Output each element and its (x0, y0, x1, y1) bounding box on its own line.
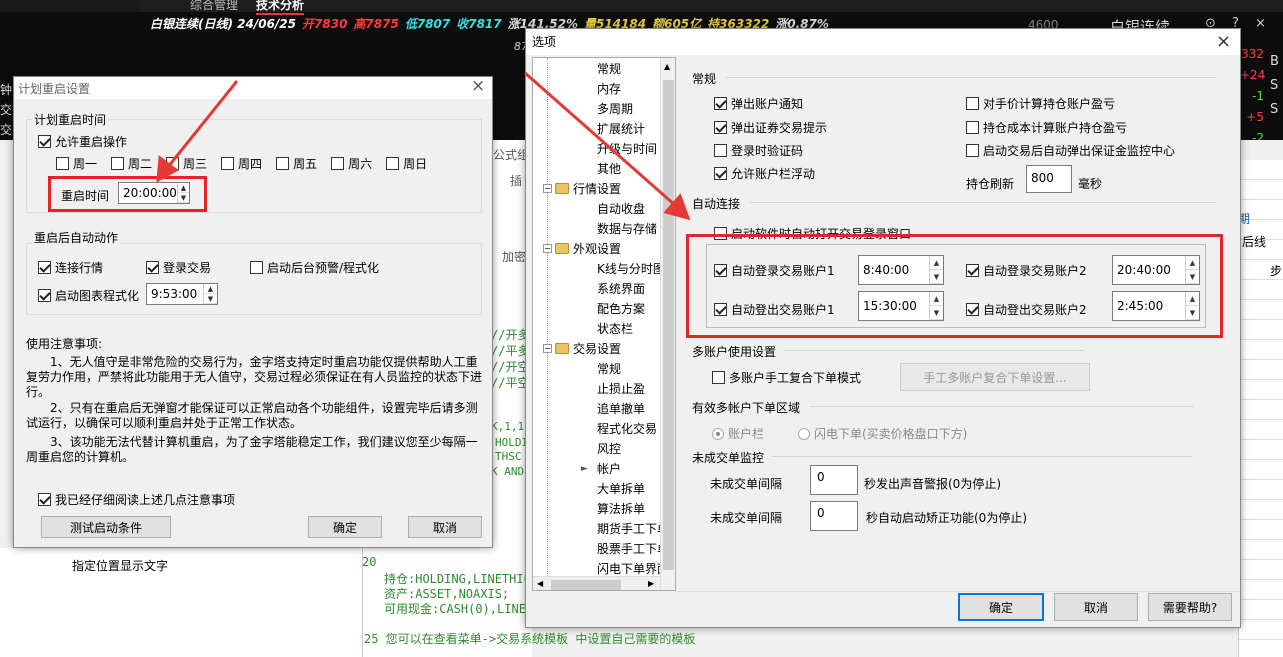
annotation-arrows (156, 71, 691, 221)
arrow-to-restart-time (156, 80, 239, 183)
arrow-to-auto-connect (524, 71, 691, 221)
